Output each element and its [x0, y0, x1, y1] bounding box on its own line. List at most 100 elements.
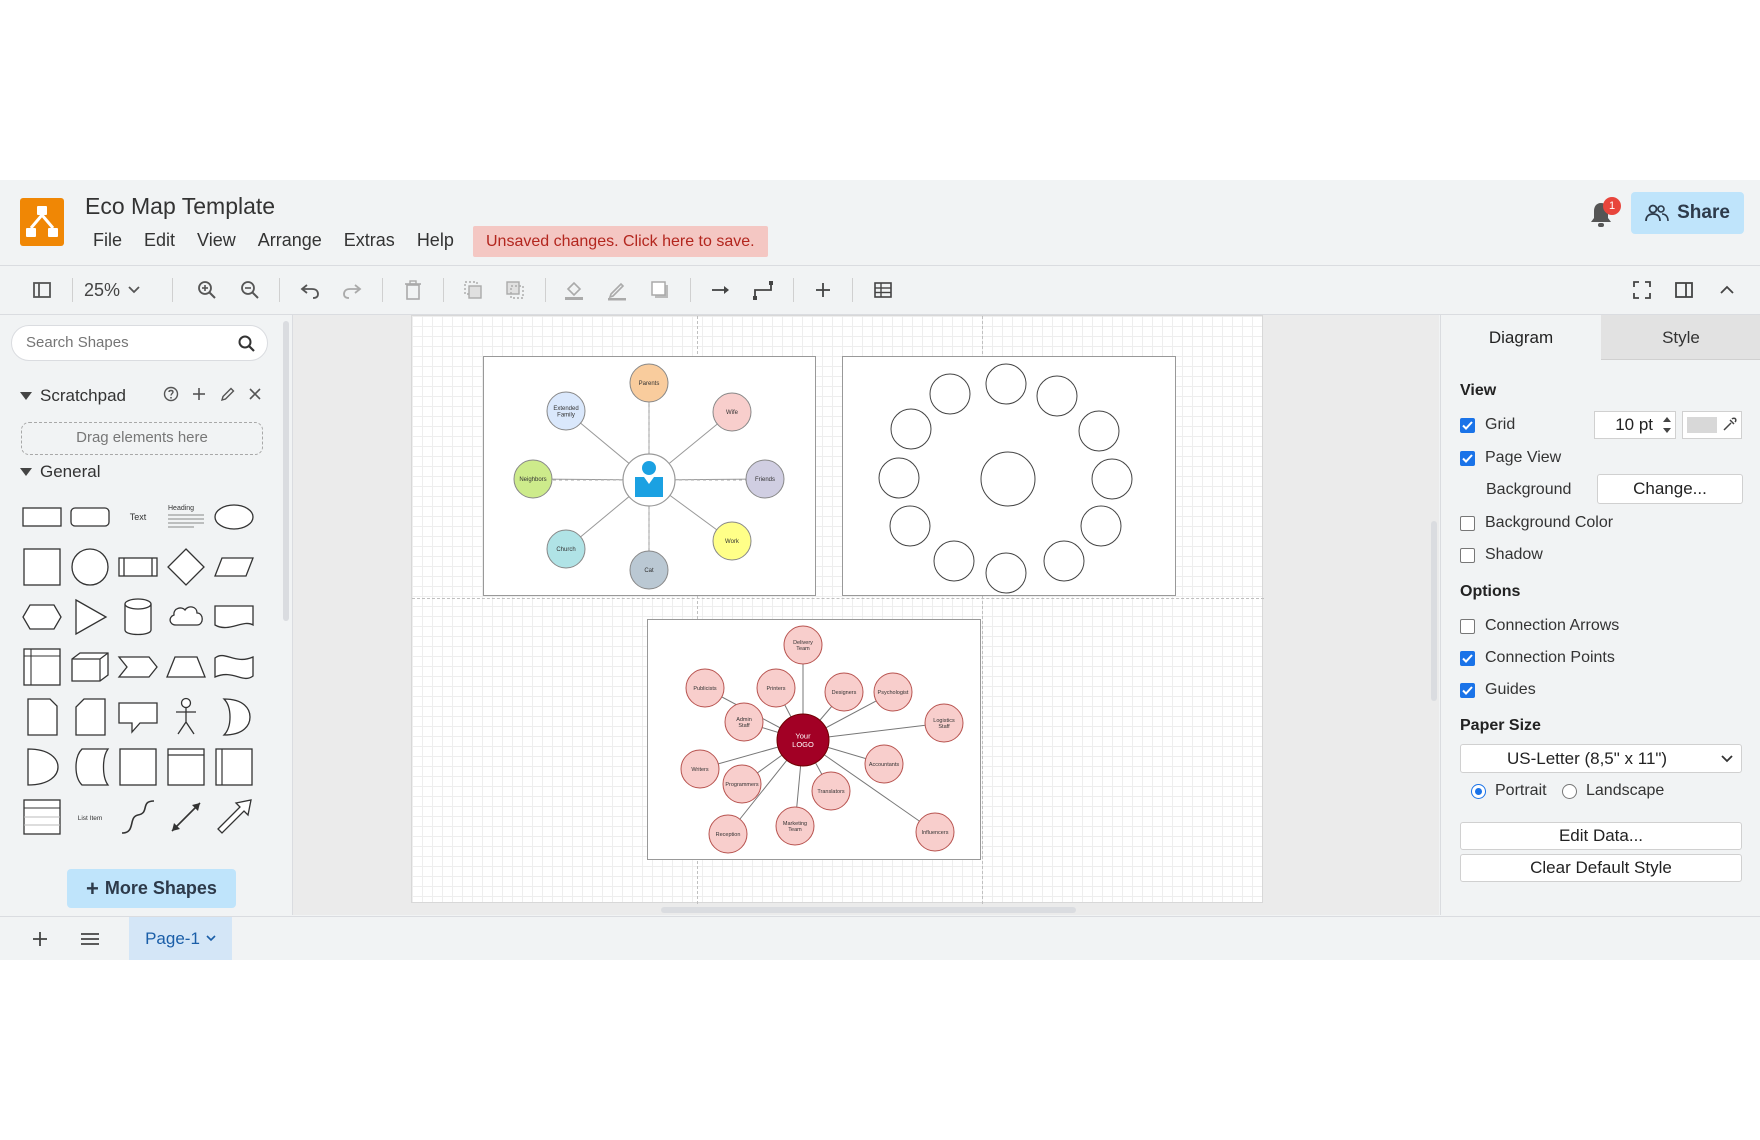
pages-menu-button[interactable] — [76, 925, 104, 953]
insert-button[interactable] — [809, 276, 837, 304]
shape-parallelogram[interactable] — [212, 545, 256, 589]
shape-square[interactable] — [20, 545, 64, 589]
close-button[interactable] — [246, 385, 264, 403]
shape-step[interactable] — [116, 645, 160, 689]
shape-ellipse[interactable] — [212, 495, 256, 539]
general-header[interactable]: General — [20, 462, 100, 482]
zoom-out-button[interactable] — [236, 276, 264, 304]
more-shapes-button[interactable]: + More Shapes — [67, 869, 236, 908]
shape-rounded-rectangle[interactable] — [68, 495, 112, 539]
tab-style[interactable]: Style — [1601, 315, 1760, 360]
collapse-toolbar-button[interactable] — [1713, 276, 1741, 304]
shape-curve[interactable] — [116, 795, 160, 839]
search-icon[interactable] — [237, 334, 257, 354]
canvas-area[interactable]: Parents Wife Friends Work Cat Church Neighbors… — [293, 315, 1439, 915]
shape-actor[interactable] — [164, 695, 208, 739]
table-button[interactable] — [869, 276, 897, 304]
shape-card[interactable] — [68, 695, 112, 739]
delete-button[interactable] — [399, 276, 427, 304]
shape-container[interactable] — [116, 745, 160, 789]
fill-color-button[interactable] — [560, 276, 588, 304]
shape-arrow[interactable] — [212, 795, 256, 839]
to-back-button[interactable] — [501, 276, 529, 304]
page-tab-page-1[interactable]: Page-1 — [129, 917, 232, 960]
shape-list-item[interactable]: List Item — [68, 795, 112, 839]
menu-arrange[interactable]: Arrange — [247, 226, 333, 255]
shape-circle[interactable] — [68, 545, 112, 589]
shape-document[interactable] — [212, 595, 256, 639]
scratchpad-dropzone[interactable]: Drag elements here — [21, 422, 263, 455]
redo-button[interactable] — [338, 276, 366, 304]
waypoints-button[interactable] — [749, 276, 777, 304]
unsaved-changes-notice[interactable]: Unsaved changes. Click here to save. — [473, 226, 768, 257]
shape-diamond[interactable] — [164, 545, 208, 589]
shape-callout[interactable] — [116, 695, 160, 739]
shape-process[interactable] — [116, 545, 160, 589]
add-button[interactable] — [190, 385, 208, 403]
undo-button[interactable] — [296, 276, 324, 304]
to-front-button[interactable] — [459, 276, 487, 304]
horizontal-scrollbar[interactable] — [661, 907, 1076, 913]
search-input[interactable] — [24, 333, 228, 352]
clear-default-style-button[interactable]: Clear Default Style — [1460, 854, 1742, 882]
shape-cube[interactable] — [68, 645, 112, 689]
shape-data-storage[interactable] — [68, 745, 112, 789]
guides-checkbox[interactable]: Guides — [1460, 681, 1536, 699]
shape-or[interactable] — [212, 695, 256, 739]
shape-internal-storage[interactable] — [20, 645, 64, 689]
vertical-scrollbar[interactable] — [1431, 521, 1437, 701]
shape-triangle[interactable] — [68, 595, 112, 639]
connection-arrows-checkbox[interactable]: Connection Arrows — [1460, 617, 1619, 635]
grid-checkbox[interactable]: Grid — [1460, 416, 1515, 434]
shape-rectangle[interactable] — [20, 495, 64, 539]
stepper-arrows-icon[interactable] — [1661, 413, 1673, 437]
connection-points-checkbox[interactable]: Connection Points — [1460, 649, 1615, 667]
zoom-in-button[interactable] — [193, 276, 221, 304]
shape-swimlane[interactable] — [164, 745, 208, 789]
sidebar-scrollbar[interactable] — [283, 321, 289, 621]
edit-data-button[interactable]: Edit Data... — [1460, 822, 1742, 850]
shape-cloud[interactable] — [164, 595, 208, 639]
shape-trapezoid[interactable] — [164, 645, 208, 689]
grid-color-picker[interactable] — [1682, 411, 1742, 439]
share-button[interactable]: Share — [1631, 192, 1744, 234]
shape-tape[interactable] — [212, 645, 256, 689]
canvas-page[interactable]: Parents Wife Friends Work Cat Church Neighbors… — [411, 315, 1264, 904]
portrait-radio[interactable]: Portrait — [1471, 782, 1547, 800]
menu-file[interactable]: File — [82, 226, 133, 255]
tab-diagram[interactable]: Diagram — [1441, 315, 1601, 360]
line-color-button[interactable] — [603, 276, 631, 304]
eco-map-diagram[interactable]: Parents Wife Friends Work Cat Church Neighbors… — [483, 356, 816, 596]
shape-list[interactable] — [20, 795, 64, 839]
background-color-checkbox[interactable]: Background Color — [1460, 514, 1613, 532]
business-eco-map-diagram[interactable]: Delivery Team Printers Designers Psychologis… — [647, 619, 981, 860]
format-panel-button[interactable] — [1670, 276, 1698, 304]
menu-extras[interactable]: Extras — [333, 226, 406, 255]
shape-vertical-swimlane[interactable] — [212, 745, 256, 789]
document-title[interactable]: Eco Map Template — [85, 193, 275, 220]
fullscreen-button[interactable] — [1628, 276, 1656, 304]
shadow-checkbox[interactable]: Shadow — [1460, 546, 1543, 564]
page-view-checkbox[interactable]: Page View — [1460, 449, 1561, 467]
paper-size-select[interactable]: US-Letter (8,5" x 11") — [1460, 744, 1742, 773]
connection-style-button[interactable] — [707, 276, 735, 304]
shape-heading[interactable]: Heading — [164, 495, 208, 539]
shape-and[interactable] — [20, 745, 64, 789]
menu-edit[interactable]: Edit — [133, 226, 186, 255]
menu-help[interactable]: Help — [406, 226, 465, 255]
shape-bidirectional-arrow[interactable] — [164, 795, 208, 839]
shape-cylinder[interactable] — [116, 595, 160, 639]
shape-note[interactable] — [20, 695, 64, 739]
blank-eco-map-diagram[interactable] — [842, 356, 1176, 596]
change-background-button[interactable]: Change... — [1597, 474, 1743, 504]
landscape-radio[interactable]: Landscape — [1562, 782, 1664, 800]
zoom-dropdown[interactable]: 25% — [84, 276, 140, 304]
menu-view[interactable]: View — [186, 226, 247, 255]
shape-text[interactable]: Text — [116, 495, 160, 539]
scratchpad-header[interactable]: Scratchpad — [20, 386, 126, 406]
add-page-button[interactable] — [26, 925, 54, 953]
shadow-button[interactable] — [646, 276, 674, 304]
format-panel-toggle-button[interactable] — [28, 276, 56, 304]
help-button[interactable] — [162, 385, 180, 403]
edit-button[interactable] — [218, 385, 236, 403]
